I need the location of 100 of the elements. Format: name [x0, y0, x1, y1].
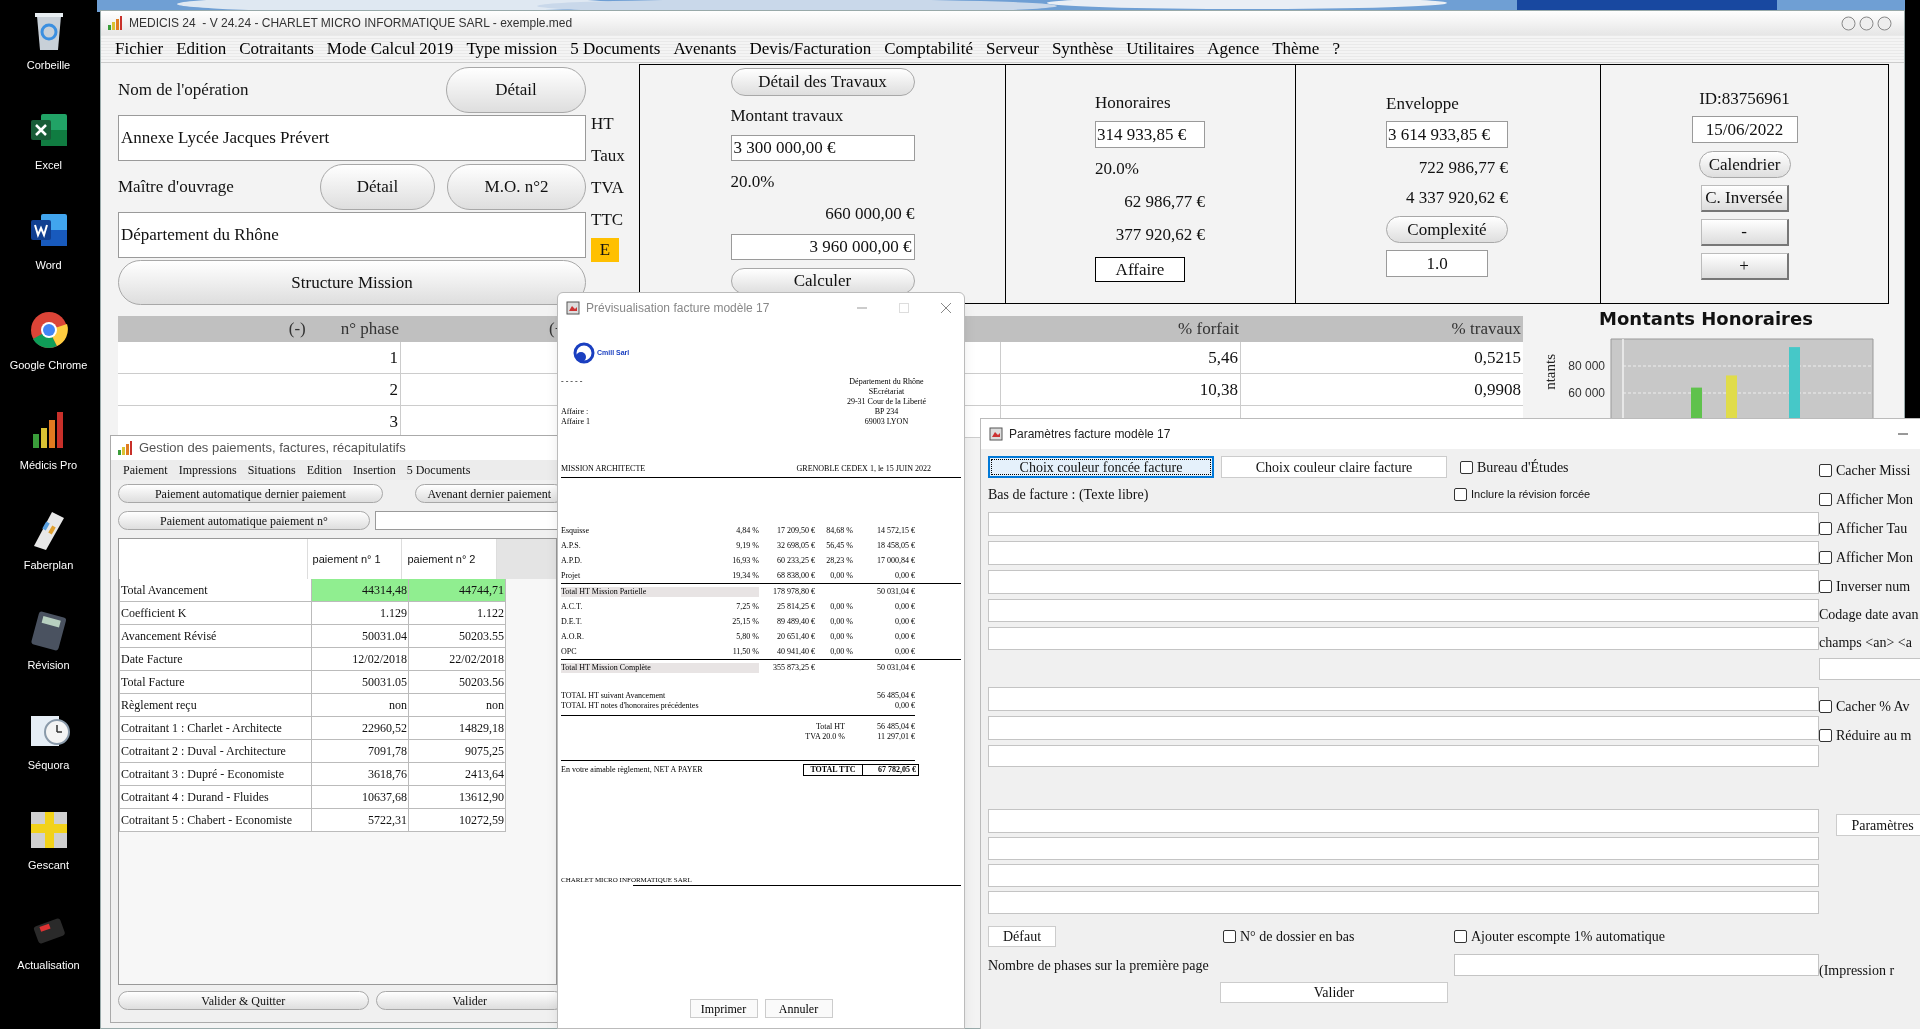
- icon-label[interactable]: Corbeille: [26, 57, 71, 74]
- text-field[interactable]: [1819, 658, 1920, 680]
- text-field[interactable]: [988, 541, 1819, 565]
- column-header[interactable]: paiement n° 2: [402, 539, 498, 579]
- affaire-button[interactable]: Affaire: [1095, 257, 1185, 282]
- action-button[interactable]: +: [1700, 253, 1789, 280]
- menu-item[interactable]: Avenants: [673, 35, 737, 62]
- column-header[interactable]: n° phase: [340, 316, 399, 342]
- menu-item[interactable]: Comptabilité: [884, 35, 973, 62]
- complexity-button[interactable]: Complexité: [1386, 216, 1508, 243]
- text-field[interactable]: [988, 512, 1819, 536]
- validate-quit-button[interactable]: Valider & Quitter: [118, 991, 369, 1010]
- action-button[interactable]: C. Inversée: [1700, 185, 1789, 212]
- checkbox[interactable]: [1819, 493, 1832, 506]
- menu-item[interactable]: Devis/Facturation: [749, 35, 872, 62]
- menu-item[interactable]: Agence: [1207, 35, 1260, 62]
- date-field[interactable]: 15/06/2022: [1691, 116, 1798, 143]
- checkbox[interactable]: [1819, 580, 1832, 593]
- structure-button[interactable]: Structure Mission: [118, 260, 586, 305]
- checkbox[interactable]: [1819, 551, 1832, 564]
- input-field[interactable]: 1.0: [1386, 250, 1488, 277]
- menu-item[interactable]: Utilitaires: [1126, 35, 1195, 62]
- icon-label[interactable]: Actualisation: [17, 957, 80, 974]
- column-header[interactable]: % travaux: [1451, 316, 1521, 342]
- checkbox[interactable]: [1819, 464, 1832, 477]
- input-field[interactable]: Département du Rhône: [118, 212, 586, 258]
- checkbox[interactable]: [1460, 460, 1473, 474]
- menu-item[interactable]: Type mission: [466, 35, 558, 62]
- close-icon[interactable]: [940, 302, 952, 314]
- icon-label[interactable]: Médicis Pro: [19, 457, 78, 474]
- text-field[interactable]: [1454, 954, 1819, 976]
- text-field[interactable]: [988, 716, 1819, 740]
- text-field[interactable]: [988, 570, 1819, 594]
- icon-label[interactable]: Word: [35, 257, 62, 274]
- icon-label[interactable]: Excel: [35, 157, 62, 174]
- menu-item[interactable]: Fichier: [115, 35, 164, 62]
- icon-label[interactable]: Faberplan: [23, 557, 74, 574]
- menu-item[interactable]: Insertion: [353, 461, 396, 479]
- input-field[interactable]: Annexe Lycée Jacques Prévert: [118, 115, 586, 161]
- menu-item[interactable]: Impressions: [178, 461, 237, 479]
- input-field[interactable]: 314 933,85 €: [1095, 121, 1205, 148]
- icon-label[interactable]: Révision: [27, 657, 70, 674]
- menu-item[interactable]: Thème: [1272, 35, 1320, 62]
- menu-item[interactable]: 5 Documents: [570, 35, 661, 62]
- checkbox[interactable]: [1819, 729, 1832, 742]
- payment-button[interactable]: Paiement automatique dernier paiement: [118, 484, 383, 503]
- menu-item[interactable]: Paiement: [123, 461, 168, 479]
- color-button[interactable]: Choix couleur claire facture: [1221, 456, 1447, 478]
- column-header[interactable]: paiement n° 1: [307, 539, 403, 579]
- detail-button[interactable]: M.O. n°2: [447, 164, 586, 210]
- menu-item[interactable]: Edition: [306, 461, 342, 479]
- color-button[interactable]: Choix couleur foncée facture: [988, 456, 1214, 478]
- menu-item[interactable]: 5 Documents: [406, 461, 471, 479]
- checkbox[interactable]: [1454, 929, 1467, 943]
- text-field[interactable]: [988, 599, 1819, 622]
- default-button[interactable]: Défaut: [988, 925, 1056, 947]
- checkbox[interactable]: [1454, 487, 1467, 501]
- doc-cell-text: 17 209,50 €: [776, 525, 815, 536]
- text-field[interactable]: [988, 687, 1819, 711]
- minimize-icon[interactable]: [1841, 15, 1856, 31]
- table-cell: non: [409, 694, 506, 717]
- column-header[interactable]: (-): [288, 316, 306, 342]
- menu-item[interactable]: ?: [1332, 35, 1340, 62]
- text-field[interactable]: [988, 809, 1819, 833]
- icon-label[interactable]: Gescant: [28, 857, 69, 874]
- close-icon[interactable]: [1877, 15, 1892, 31]
- menu-item[interactable]: Mode Calcul 2019: [326, 35, 454, 62]
- text-field[interactable]: [988, 864, 1819, 887]
- menu-item[interactable]: Situations: [247, 461, 296, 479]
- calculate-button[interactable]: Calculer: [730, 268, 915, 294]
- text-field[interactable]: [988, 837, 1819, 860]
- action-button[interactable]: -: [1700, 219, 1789, 246]
- icon-label[interactable]: Google Chrome: [9, 357, 88, 374]
- checkbox[interactable]: [1819, 522, 1832, 535]
- text-field[interactable]: [988, 891, 1819, 914]
- column-header[interactable]: % forfait: [1178, 316, 1239, 342]
- checkbox[interactable]: [1819, 700, 1832, 713]
- payment-button[interactable]: Paiement automatique paiement n°: [118, 511, 370, 530]
- menu-item[interactable]: Cotraitants: [239, 35, 314, 62]
- detail-button[interactable]: Détail: [320, 164, 435, 210]
- doc-heading: MISSION ARCHITECTE: [561, 464, 646, 474]
- parameters-button[interactable]: Paramètres: [1836, 814, 1920, 836]
- menu-item[interactable]: Edition: [176, 35, 227, 62]
- icon-label[interactable]: Séquora: [27, 757, 70, 774]
- input-field[interactable]: 3 960 000,00 €: [730, 234, 915, 260]
- text-field[interactable]: [988, 745, 1819, 767]
- checkbox[interactable]: [1223, 929, 1236, 943]
- dialog-button[interactable]: Imprimer: [689, 999, 758, 1018]
- amount-text: 4 337 920,62 €: [1405, 188, 1508, 208]
- maximize-icon[interactable]: [1859, 15, 1874, 31]
- menu-item[interactable]: Synthèse: [1051, 35, 1114, 62]
- dialog-button[interactable]: Annuler: [764, 999, 833, 1018]
- validate-button[interactable]: Valider: [1220, 982, 1448, 1003]
- input-field[interactable]: 3 300 000,00 €: [730, 135, 915, 161]
- detail-button[interactable]: Détail des Travaux: [730, 68, 915, 96]
- detail-button[interactable]: Détail: [446, 66, 586, 113]
- menu-item[interactable]: Serveur: [986, 35, 1039, 62]
- text-field[interactable]: [988, 627, 1819, 650]
- calendar-button[interactable]: Calendrier: [1698, 151, 1791, 178]
- input-field[interactable]: 3 614 933,85 €: [1386, 121, 1508, 148]
